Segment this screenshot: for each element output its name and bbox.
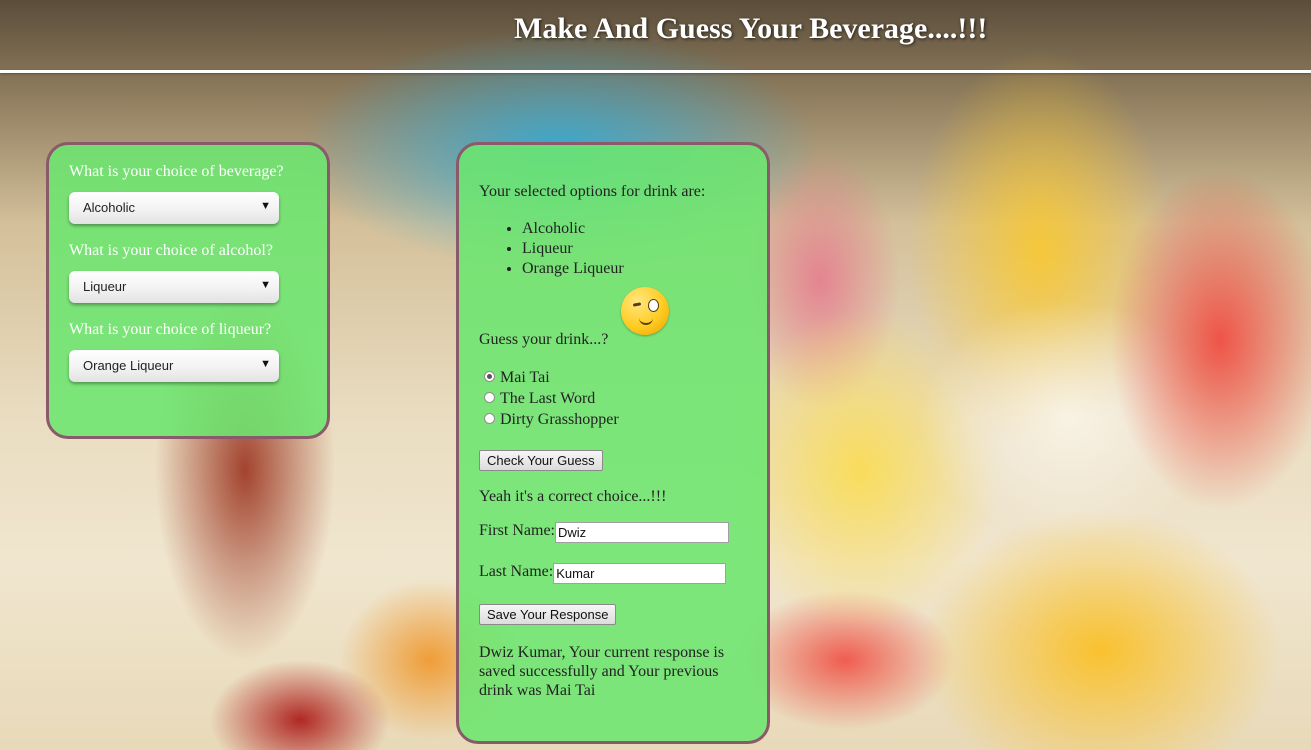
triangle-down-icon: ▼	[260, 279, 271, 291]
last-name-field[interactable]: Kumar	[553, 563, 727, 584]
guess-panel: Your selected options for drink are: Alc…	[456, 142, 770, 744]
radio-button[interactable]	[484, 413, 495, 424]
first-name-field[interactable]: Dwiz	[555, 522, 729, 543]
liqueur-select[interactable]: Orange Liqueur ▼	[69, 350, 279, 382]
liqueur-select-value: Orange Liqueur	[83, 358, 174, 373]
guess-option-dirty-grasshopper[interactable]: Dirty Grasshopper	[479, 409, 747, 430]
first-name-row: First Name: Dwiz	[479, 522, 747, 544]
list-item: Orange Liqueur	[522, 259, 747, 279]
last-name-row: Last Name: Kumar	[479, 563, 747, 585]
first-name-label: First Name:	[479, 522, 555, 539]
alcohol-question: What is your choice of alcohol?	[69, 242, 273, 259]
triangle-down-icon: ▼	[260, 200, 271, 212]
save-response-button[interactable]: Save Your Response	[479, 604, 617, 625]
radio-button[interactable]	[484, 392, 495, 403]
alcohol-select[interactable]: Liqueur ▼	[69, 271, 279, 303]
result-message: Yeah it's a correct choice...!!!	[479, 488, 667, 505]
choice-panel: What is your choice of beverage? Alcohol…	[46, 142, 330, 439]
page-title: Make And Guess Your Beverage....!!!	[514, 12, 988, 45]
selected-options-list: Alcoholic Liqueur Orange Liqueur	[479, 219, 747, 279]
guess-prompt-row: Guess your drink...?	[479, 287, 747, 349]
liqueur-question: What is your choice of liqueur?	[69, 321, 272, 338]
check-guess-button[interactable]: Check Your Guess	[479, 450, 603, 471]
save-status-message: Dwiz Kumar, Your current response is sav…	[479, 644, 725, 699]
header-divider	[0, 70, 1311, 73]
guess-option-label: Mai Tai	[500, 369, 550, 386]
beverage-select-value: Alcoholic	[83, 200, 136, 215]
guess-option-mai-tai[interactable]: Mai Tai	[479, 367, 747, 388]
list-item: Liqueur	[522, 239, 747, 259]
beverage-question: What is your choice of beverage?	[69, 163, 284, 180]
last-name-label: Last Name:	[479, 563, 554, 580]
guess-option-the-last-word[interactable]: The Last Word	[479, 388, 747, 409]
page-header: Make And Guess Your Beverage....!!!	[0, 0, 1311, 73]
beverage-select[interactable]: Alcoholic ▼	[69, 192, 279, 224]
guess-option-label: Dirty Grasshopper	[500, 411, 619, 428]
alcohol-select-value: Liqueur	[83, 279, 127, 294]
guess-option-label: The Last Word	[500, 390, 596, 407]
guess-radio-group: Mai Tai The Last Word Dirty Grasshopper	[479, 367, 747, 430]
winking-thinking-emoji-icon	[621, 287, 669, 335]
guess-prompt: Guess your drink...?	[479, 331, 609, 348]
triangle-down-icon: ▼	[260, 358, 271, 370]
selected-options-heading: Your selected options for drink are:	[479, 183, 706, 200]
list-item: Alcoholic	[522, 219, 747, 239]
radio-button[interactable]	[484, 371, 495, 382]
